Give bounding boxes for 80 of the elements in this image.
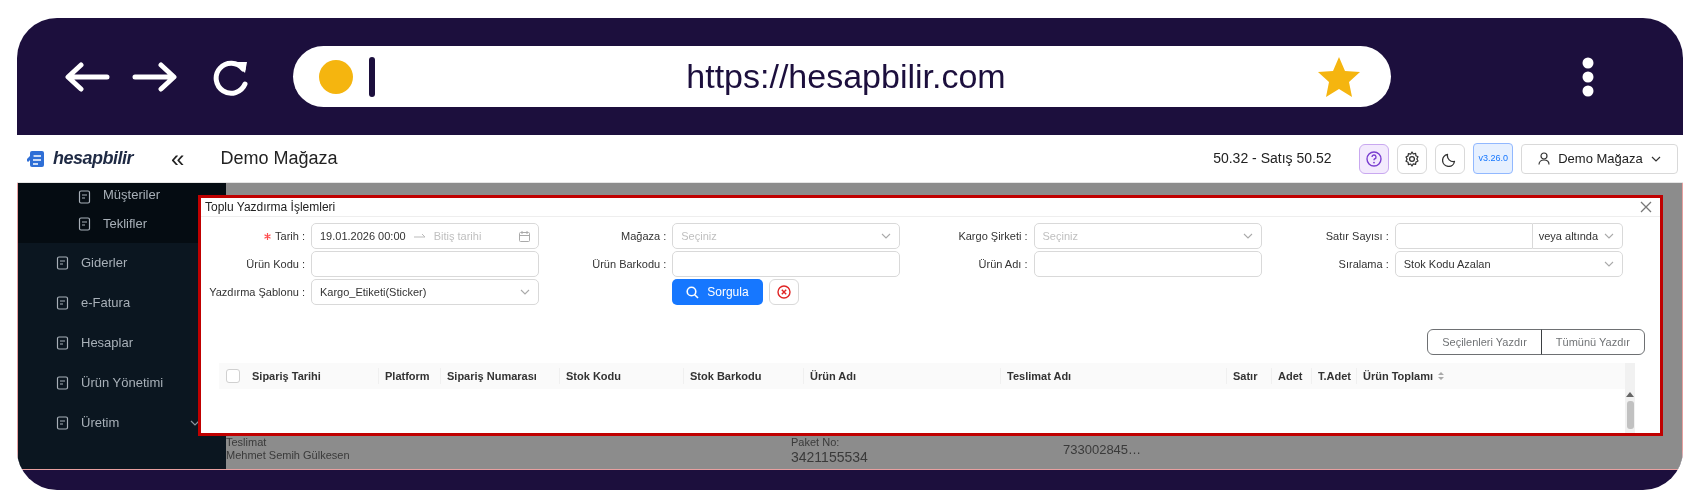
- clear-icon: [776, 285, 791, 299]
- field-label: Sıralama :: [1338, 256, 1389, 272]
- status-dot-icon: [319, 59, 353, 94]
- document-icon: [56, 256, 69, 270]
- package-label: Paket No:: [791, 436, 841, 449]
- store-title: Demo Mağaza: [220, 147, 338, 170]
- order-code: 733002845…: [1063, 443, 1142, 459]
- collapse-button[interactable]: «: [171, 146, 185, 171]
- column-header[interactable]: Teslimat Adı: [1007, 367, 1072, 385]
- logo-text: hesapbilir: [53, 147, 134, 170]
- column-header[interactable]: Adet: [1278, 367, 1303, 385]
- sidebar-item[interactable]: Giderler: [18, 243, 226, 283]
- column-header[interactable]: Platform: [385, 367, 430, 385]
- chevron-down-icon: [1650, 155, 1661, 162]
- column-header[interactable]: Stok Barkodu: [690, 367, 762, 385]
- document-icon: [56, 376, 69, 390]
- chevron-down-icon: [1242, 233, 1253, 239]
- field-label: Kargo Şirketi :: [958, 228, 1028, 244]
- input-field[interactable]: [1394, 223, 1533, 249]
- menu-icon[interactable]: [1581, 56, 1595, 97]
- delivery-label: Teslimat: [226, 436, 268, 449]
- column-header[interactable]: Stok Kodu: [566, 367, 621, 385]
- help-button[interactable]: [1359, 143, 1390, 174]
- settings-icon: [1404, 150, 1421, 167]
- column-header[interactable]: T.Adet: [1318, 367, 1351, 385]
- chevron-down-icon: [1604, 233, 1615, 239]
- package-number: 3421155534: [791, 448, 869, 465]
- sidebar-item[interactable]: Ürün Yönetimi: [18, 363, 226, 403]
- column-header[interactable]: Satır: [1233, 367, 1258, 385]
- sidebar-item[interactable]: Hesaplar: [18, 323, 226, 363]
- arrow-right-icon: [413, 233, 426, 239]
- back-icon[interactable]: [63, 61, 111, 92]
- document-icon: [78, 217, 91, 231]
- document-icon: [78, 190, 91, 204]
- calendar-icon: [519, 230, 530, 242]
- theme-button[interactable]: [1435, 143, 1466, 174]
- field-label: Ürün Kodu :: [246, 256, 305, 272]
- field-label: Tarih :: [275, 228, 305, 244]
- dialog-title: Toplu Yazdırma İşlemleri: [205, 199, 336, 216]
- column-header[interactable]: Sipariş Numarası: [447, 367, 537, 385]
- field-label: Satır Sayısı :: [1325, 228, 1389, 244]
- close-icon[interactable]: [1640, 201, 1652, 213]
- settings-button[interactable]: [1397, 143, 1428, 174]
- field-label: Ürün Adı :: [978, 256, 1028, 272]
- text-cursor-icon: [369, 56, 375, 97]
- recipient-name: Mehmet Semih Gülkesen: [226, 448, 351, 462]
- user-icon: [1538, 152, 1551, 165]
- bookmark-star-icon[interactable]: [1317, 55, 1361, 98]
- input-field[interactable]: [311, 251, 539, 277]
- document-icon: [56, 336, 69, 350]
- scroll-up-icon[interactable]: [1626, 391, 1634, 397]
- input-field[interactable]: [1033, 251, 1262, 277]
- chevron-down-icon: [520, 289, 530, 295]
- scrollbar[interactable]: [1625, 363, 1635, 433]
- chevron-down-icon: [1603, 261, 1614, 267]
- column-header[interactable]: Ürün Toplamı: [1363, 367, 1434, 385]
- sidebar-item[interactable]: Üretim: [18, 403, 226, 443]
- forward-icon[interactable]: [131, 61, 179, 92]
- select-field[interactable]: Kargo_Etiketi(Sticker): [311, 279, 539, 305]
- field-label: Mağaza :: [621, 228, 667, 244]
- select-field[interactable]: veya altında: [1532, 223, 1623, 249]
- select-field[interactable]: Stok Kodu Azalan: [1394, 251, 1623, 277]
- input-field[interactable]: [672, 251, 901, 277]
- checkbox[interactable]: [226, 369, 240, 383]
- exchange-rate: 50.32 - Satış 50.52: [1213, 149, 1332, 168]
- help-icon: [1366, 150, 1383, 167]
- date-range-field[interactable]: 19.01.2026 00:00 Bitiş tarihi: [311, 223, 539, 249]
- user-menu-button[interactable]: Demo Mağaza: [1521, 143, 1678, 174]
- search-button[interactable]: Sorgula: [672, 279, 763, 305]
- field-label: Yazdırma Şablonu :: [209, 284, 305, 300]
- chevron-down-icon: [881, 233, 892, 239]
- document-icon: [56, 296, 69, 310]
- column-header[interactable]: Sipariş Tarihi: [252, 367, 321, 385]
- version-badge: v3.26.0: [1473, 142, 1513, 175]
- search-icon: [686, 285, 700, 299]
- clear-button[interactable]: [768, 279, 799, 305]
- field-label: Ürün Barkodu :: [592, 256, 667, 272]
- scrollbar-thumb[interactable]: [1626, 401, 1634, 429]
- document-icon: [56, 416, 69, 430]
- column-header[interactable]: Ürün Adı: [810, 367, 857, 385]
